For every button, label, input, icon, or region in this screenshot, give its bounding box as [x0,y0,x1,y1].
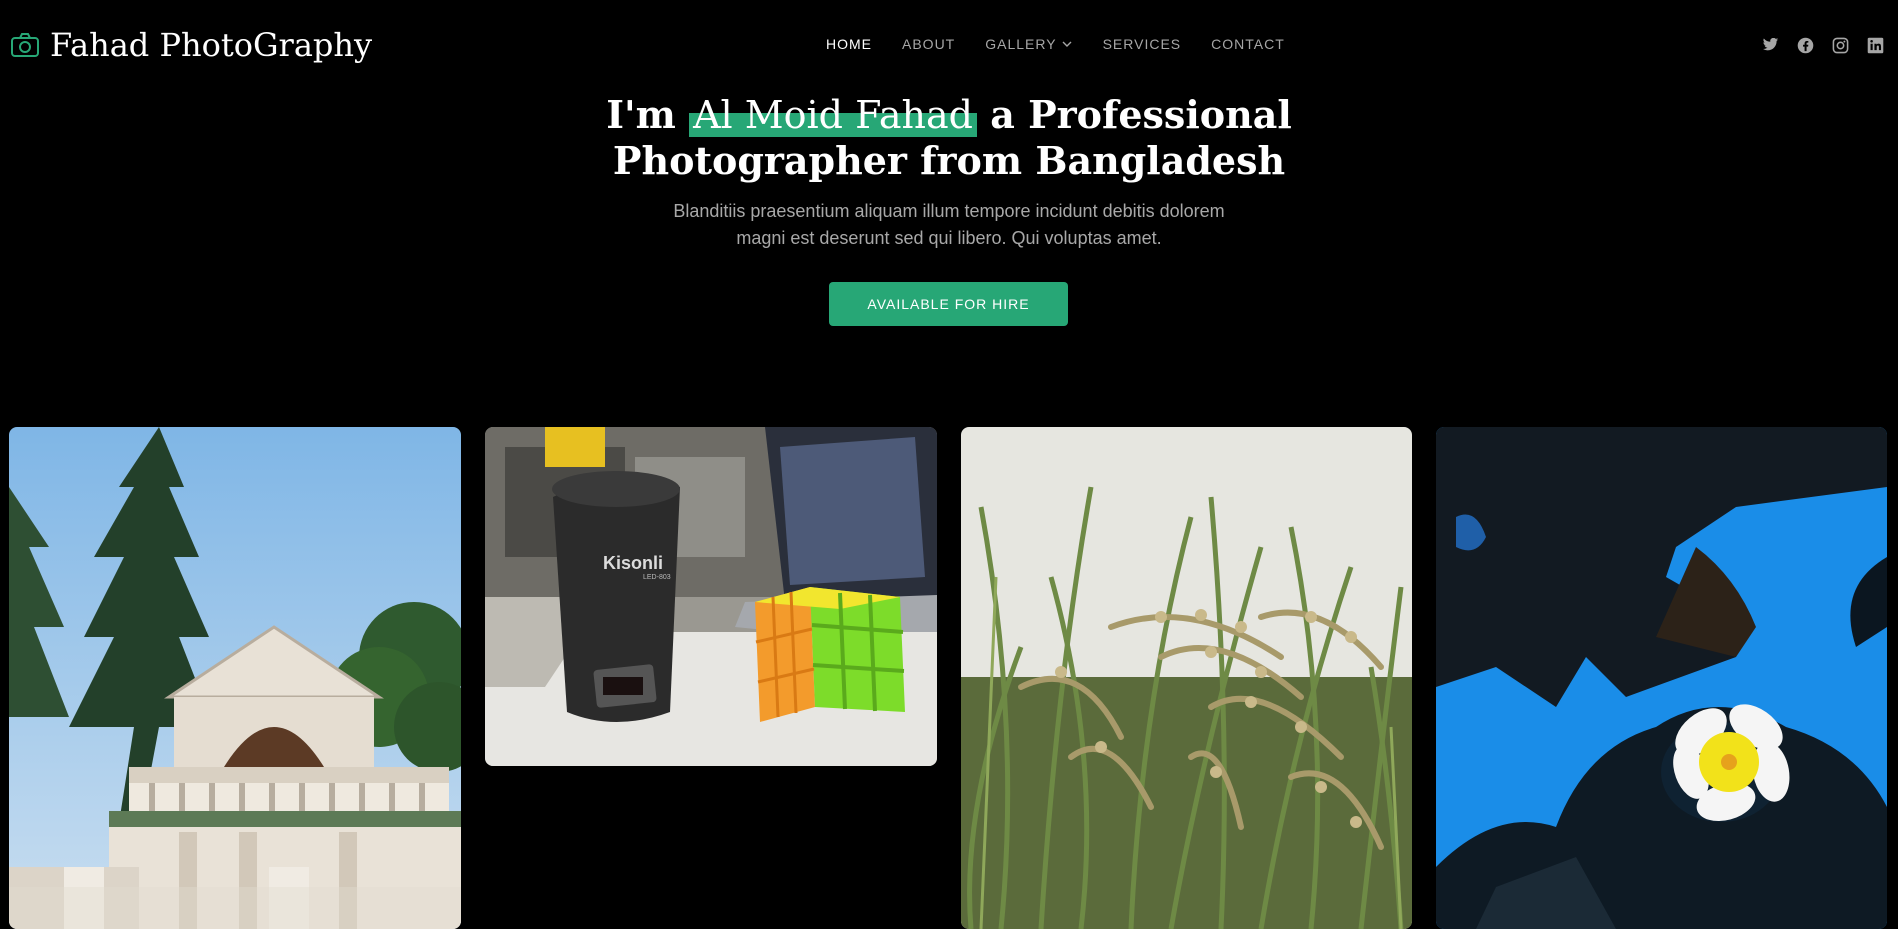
speaker-and-cube-photo[interactable]: Kisonli LED-803 [485,427,937,766]
chevron-down-icon [1062,41,1072,47]
nav-about[interactable]: ABOUT [902,36,955,52]
linkedin-icon[interactable] [1866,36,1884,54]
site-logo[interactable]: Fahad PhotoGraphy [8,26,372,64]
photo-gallery: Kisonli LED-803 [0,427,1898,929]
hero-section: I'm Al Moid Fahad a Professional Photogr… [0,92,1898,252]
rice-field-photo[interactable] [961,427,1412,929]
facebook-icon[interactable] [1796,36,1814,54]
social-links [1761,36,1884,54]
hero-title-highlight: Al Moid Fahad [689,93,977,137]
nav-contact-label: CONTACT [1211,36,1285,52]
available-for-hire-button[interactable]: AVAILABLE FOR HIRE [829,282,1068,326]
speaker-brand-text: Kisonli [603,553,663,573]
nav-gallery-label: GALLERY [985,36,1057,52]
nav-services[interactable]: SERVICES [1103,36,1182,52]
instagram-icon[interactable] [1831,36,1849,54]
hero-title: I'm Al Moid Fahad a Professional Photogr… [0,92,1898,184]
nav-contact[interactable]: CONTACT [1211,36,1285,52]
nav-home[interactable]: HOME [826,36,872,52]
flower-on-water-photo[interactable] [1436,427,1887,929]
nav-services-label: SERVICES [1102,36,1182,52]
hero-title-prefix: I'm [606,92,690,137]
nav-about-label: ABOUT [902,36,956,52]
camera-icon [8,28,42,62]
nav-home-label: HOME [826,36,872,52]
speaker-model-text: LED-803 [643,574,671,581]
site-logo-text: Fahad PhotoGraphy [50,26,373,64]
hero-subtitle-line1: Blanditiis praesentium aliquam illum tem… [673,201,1225,221]
house-and-trees-photo[interactable] [9,427,461,929]
nav-gallery[interactable]: GALLERY [985,36,1072,52]
hero-title-line2: Photographer from Bangladesh [612,138,1286,183]
hero-title-suffix: a Professional [976,92,1292,137]
main-nav: HOME ABOUT GALLERY SERVICES CONTACT [826,36,1285,52]
hero-subtitle-line2: magni est deserunt sed qui libero. Qui v… [736,228,1162,248]
twitter-icon[interactable] [1761,36,1779,54]
site-header: Fahad PhotoGraphy HOME ABOUT GALLERY SER… [0,0,1898,92]
hero-subtitle: Blanditiis praesentium aliquam illum tem… [639,198,1259,252]
